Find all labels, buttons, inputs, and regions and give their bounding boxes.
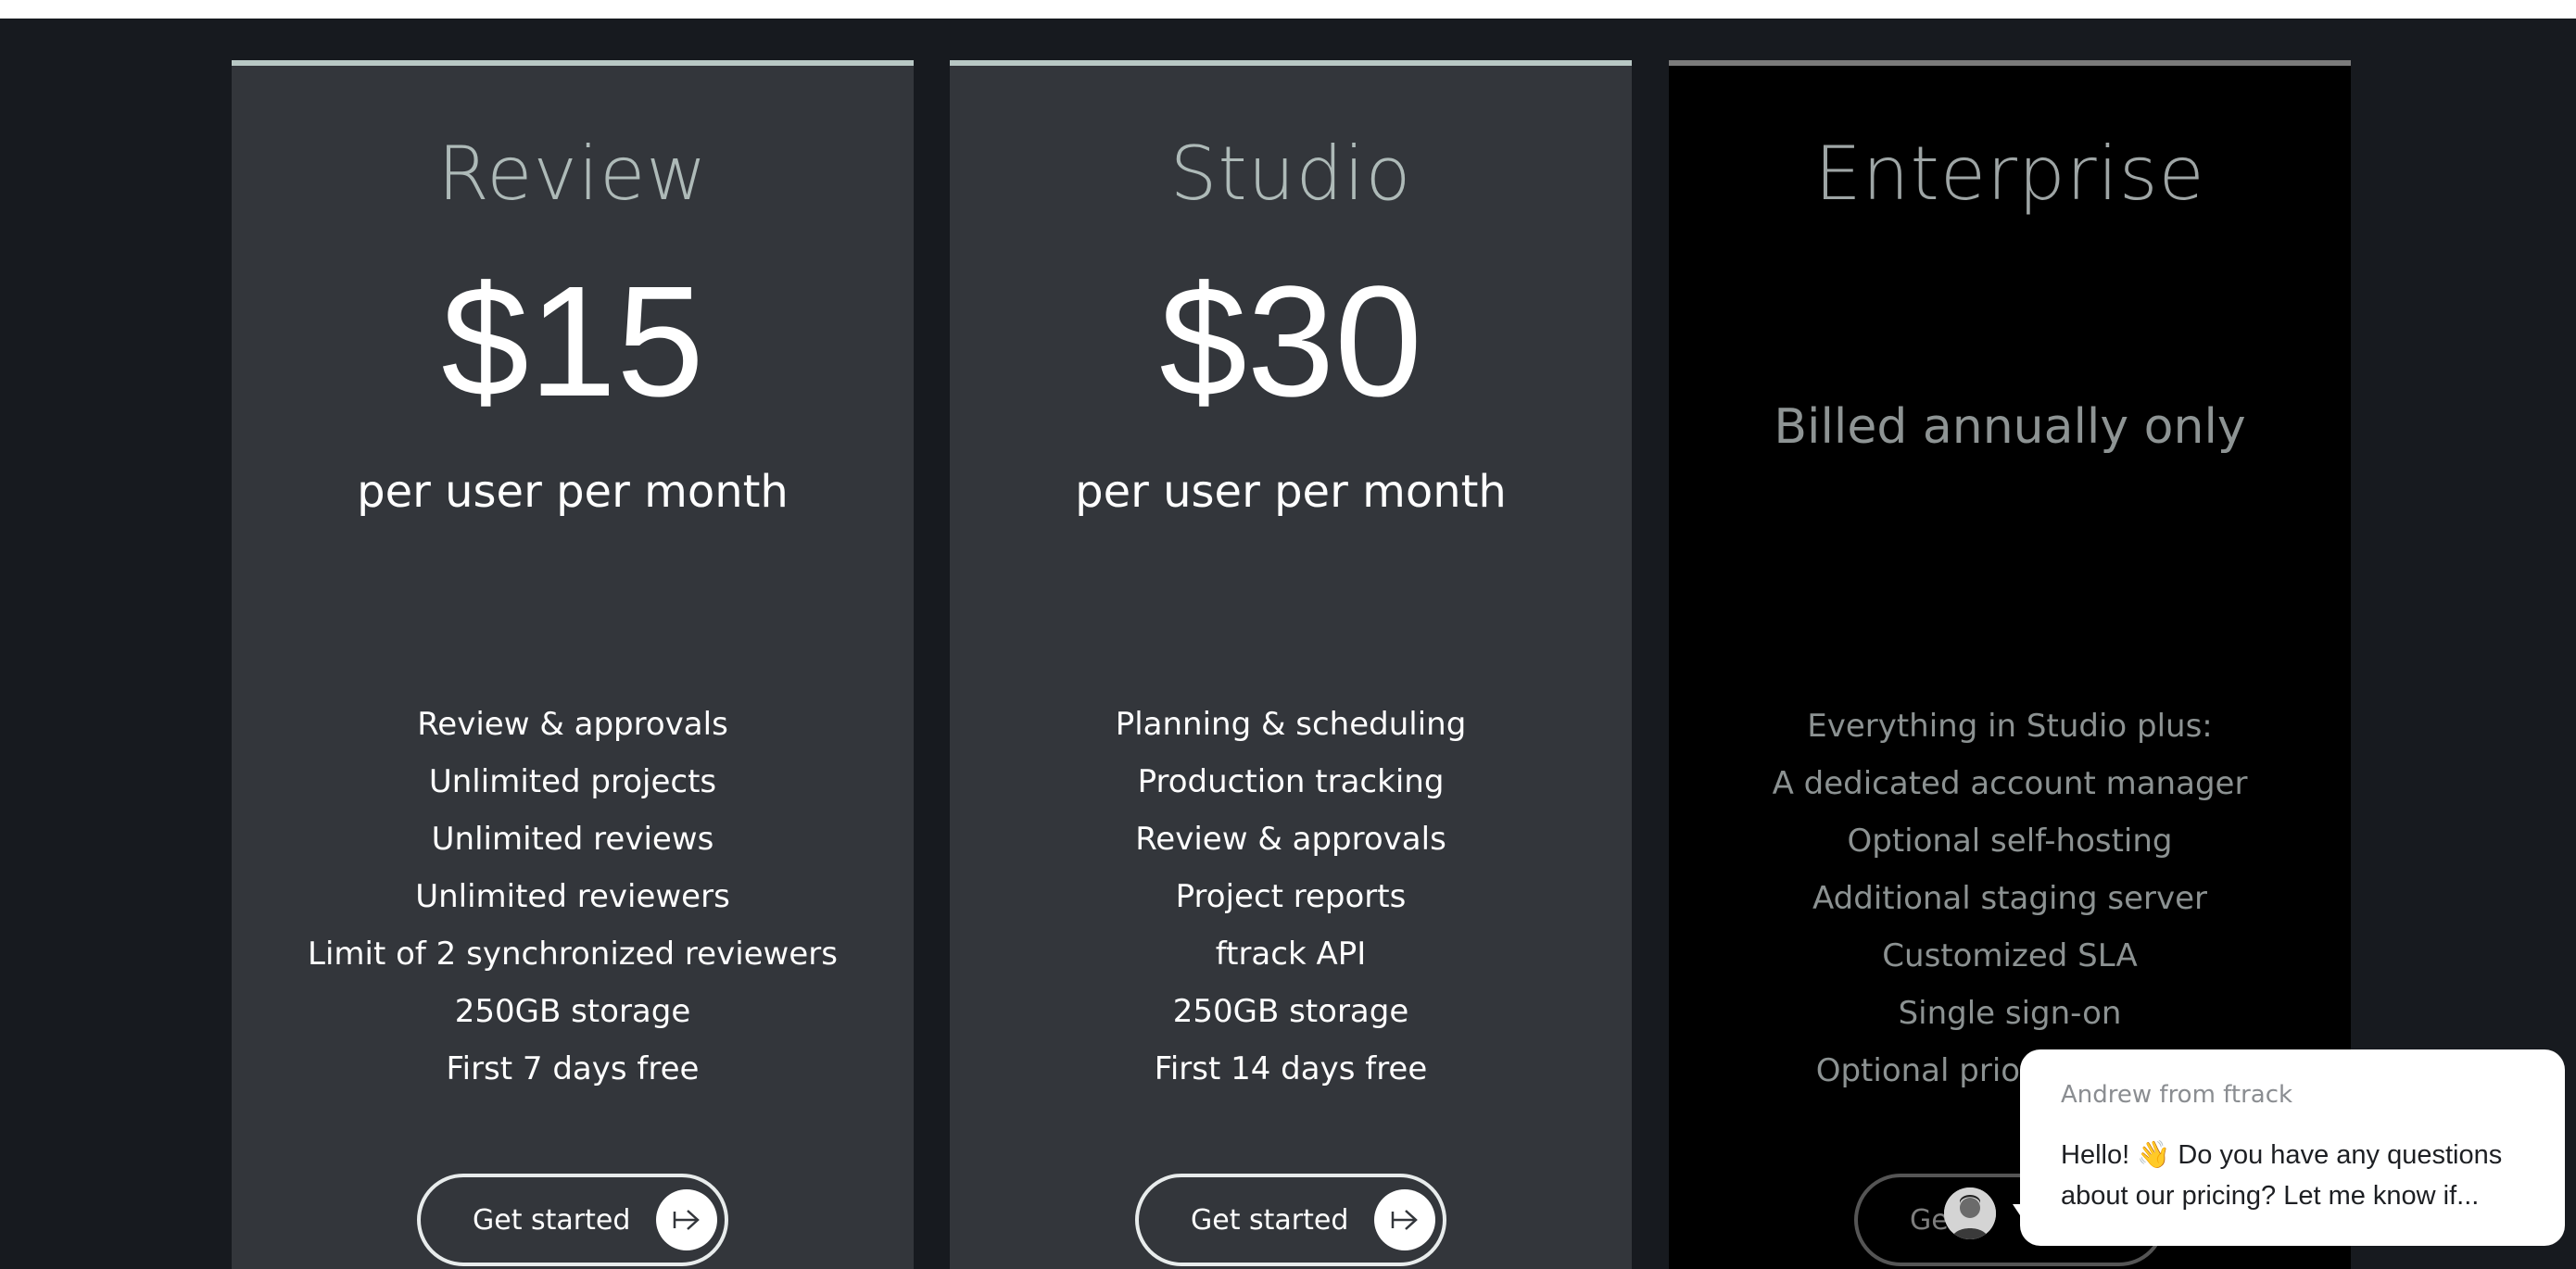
plan-price: $30 bbox=[1159, 254, 1422, 430]
feature-item: Review & approvals bbox=[417, 706, 728, 743]
feature-item: A dedicated account manager bbox=[1772, 765, 2248, 802]
feature-item: Unlimited reviews bbox=[431, 821, 714, 858]
feature-item: Everything in Studio plus: bbox=[1807, 708, 2213, 745]
plan-title: Review bbox=[437, 131, 708, 217]
arrow-right-icon bbox=[1374, 1189, 1435, 1250]
feature-item: ftrack API bbox=[1215, 936, 1367, 973]
plan-price: $15 bbox=[441, 254, 704, 430]
feature-item: Project reports bbox=[1175, 878, 1407, 915]
plan-card-review: Review $15 per user per month Review & a… bbox=[232, 60, 914, 1269]
plan-card-studio: Studio $30 per user per month Planning &… bbox=[950, 60, 1632, 1269]
feature-item: Limit of 2 synchronized reviewers bbox=[308, 936, 838, 973]
billing-note: Billed annually only bbox=[1774, 399, 2246, 455]
feature-item: Additional staging server bbox=[1812, 880, 2207, 917]
feature-list: Everything in Studio plus: A dedicated a… bbox=[1669, 697, 2351, 1099]
feature-item: Single sign-on bbox=[1898, 995, 2122, 1032]
get-started-button[interactable]: Get started bbox=[417, 1174, 728, 1266]
feature-item: 250GB storage bbox=[454, 993, 691, 1030]
arrow-right-icon bbox=[656, 1189, 717, 1250]
top-strip bbox=[0, 0, 2576, 19]
feature-item: Production tracking bbox=[1137, 763, 1445, 800]
feature-item: Optional self-hosting bbox=[1847, 823, 2173, 860]
feature-item: Customized SLA bbox=[1882, 937, 2138, 974]
avatar[interactable] bbox=[1944, 1187, 1996, 1239]
chat-bubble[interactable]: Andrew from ftrack Hello! 👋 Do you have … bbox=[2020, 1049, 2565, 1246]
feature-list: Review & approvals Unlimited projects Un… bbox=[232, 696, 914, 1098]
feature-item: Planning & scheduling bbox=[1115, 706, 1467, 743]
feature-item: First 14 days free bbox=[1154, 1050, 1428, 1087]
button-label: Get started bbox=[1191, 1203, 1349, 1237]
feature-item: Review & approvals bbox=[1135, 821, 1446, 858]
price-unit: per user per month bbox=[1075, 466, 1507, 518]
chat-message: Hello! 👋 Do you have any questions about… bbox=[2061, 1140, 2503, 1211]
get-started-button[interactable]: Get started bbox=[1135, 1174, 1446, 1266]
price-unit: per user per month bbox=[357, 466, 789, 518]
plan-title: Enterprise bbox=[1814, 131, 2205, 217]
chat-sender: Andrew from ftrack bbox=[2061, 1081, 2293, 1109]
plan-title: Studio bbox=[1169, 131, 1412, 217]
feature-item: Unlimited projects bbox=[428, 763, 717, 800]
feature-item: 250GB storage bbox=[1172, 993, 1409, 1030]
feature-item: Unlimited reviewers bbox=[415, 878, 730, 915]
feature-list: Planning & scheduling Production trackin… bbox=[950, 696, 1632, 1098]
feature-item: First 7 days free bbox=[446, 1050, 700, 1087]
button-label: Get started bbox=[473, 1203, 631, 1237]
